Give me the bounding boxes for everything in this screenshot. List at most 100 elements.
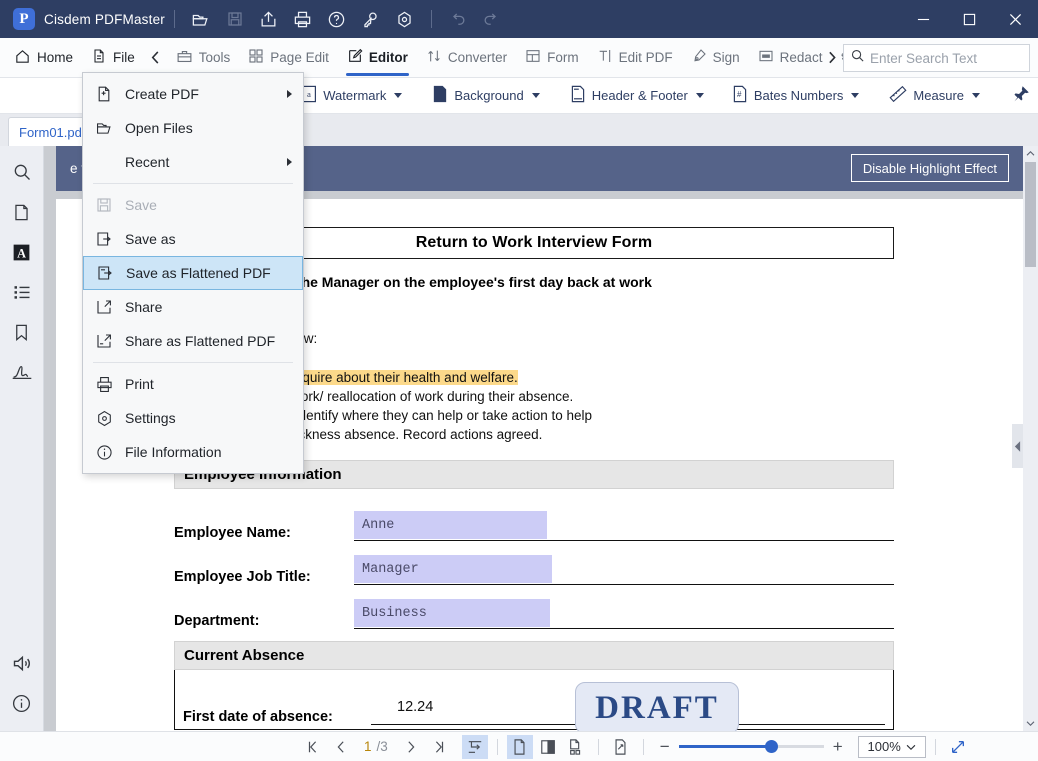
info-icon[interactable] bbox=[6, 687, 38, 719]
toolbar-label-redact: Redact bbox=[779, 50, 823, 65]
scroll-up-button[interactable] bbox=[1023, 146, 1038, 161]
menu-item-open-files[interactable]: Open Files bbox=[83, 111, 303, 145]
current-absence-box: First date of absence: 12.24 DRAFT bbox=[174, 670, 894, 731]
toolbar-item-home[interactable]: Home bbox=[0, 38, 82, 78]
status-bar: 1 /3 − + 100% bbox=[0, 731, 1038, 761]
menu-label-recent: Recent bbox=[125, 154, 170, 170]
submenu-arrow-icon bbox=[287, 158, 292, 166]
chevron-left-icon[interactable] bbox=[144, 50, 167, 65]
chevron-down-icon bbox=[851, 93, 860, 98]
form-row-employee-job-title: Employee Job Title: Manager bbox=[174, 541, 894, 585]
search-input[interactable] bbox=[843, 44, 1030, 72]
print-icon[interactable] bbox=[289, 5, 317, 33]
right-panel-expand-handle[interactable] bbox=[1012, 424, 1023, 468]
menu-item-save-as[interactable]: Save as bbox=[83, 222, 303, 256]
fit-page-button[interactable] bbox=[461, 734, 488, 759]
menu-item-share-as-flattened-pdf[interactable]: Share as Flattened PDF bbox=[83, 324, 303, 358]
form-field-department[interactable]: Business bbox=[354, 599, 550, 627]
toolbox-icon bbox=[176, 48, 193, 68]
share-icon[interactable] bbox=[255, 5, 283, 33]
toolbar-item-converter[interactable]: Converter bbox=[417, 38, 516, 78]
disable-highlight-effect-button[interactable]: Disable Highlight Effect bbox=[850, 154, 1009, 182]
chevron-right-icon[interactable] bbox=[826, 50, 838, 70]
zoom-slider[interactable] bbox=[678, 739, 824, 755]
menu-item-file-information[interactable]: File Information bbox=[83, 435, 303, 469]
key-icon[interactable] bbox=[357, 5, 385, 33]
previous-page-button[interactable] bbox=[328, 735, 354, 759]
zoom-in-button[interactable]: + bbox=[826, 737, 850, 757]
subtoolbar-item-watermark[interactable]: a Watermark bbox=[293, 79, 410, 113]
menu-item-create-pdf[interactable]: Create PDF bbox=[83, 77, 303, 111]
chevron-down-icon bbox=[394, 93, 403, 98]
speaker-icon[interactable] bbox=[6, 647, 38, 679]
toolbar-item-editor[interactable]: Editor bbox=[338, 38, 417, 78]
bookmark-panel-icon[interactable] bbox=[6, 316, 38, 348]
toolbar-item-sign[interactable]: Sign bbox=[682, 38, 749, 78]
subtoolbar-label-header-footer: Header & Footer bbox=[591, 88, 688, 103]
toolbar-label-file: File bbox=[113, 50, 135, 65]
menu-item-print[interactable]: Print bbox=[83, 367, 303, 401]
form-row-employee-name: Employee Name: Anne bbox=[174, 497, 894, 541]
form-field-employee-job-title[interactable]: Manager bbox=[354, 555, 552, 583]
subtoolbar-label-background: Background bbox=[454, 88, 524, 103]
current-page-number[interactable]: 1 bbox=[364, 739, 372, 754]
first-page-button[interactable] bbox=[300, 735, 326, 759]
scroll-down-button[interactable] bbox=[1023, 716, 1038, 731]
menu-label-save-as: Save as bbox=[125, 231, 176, 247]
continuous-page-button[interactable] bbox=[563, 735, 589, 759]
menu-divider bbox=[93, 183, 293, 184]
target-icon bbox=[95, 410, 113, 427]
toolbar-item-form[interactable]: Form bbox=[516, 38, 588, 78]
annotation-panel-icon[interactable]: A bbox=[6, 236, 38, 268]
field-label-department: Department: bbox=[174, 613, 260, 629]
minimize-button[interactable] bbox=[900, 0, 946, 38]
title-bar: P Cisdem PDFMaster bbox=[0, 0, 1038, 38]
search-panel-icon[interactable] bbox=[6, 156, 38, 188]
subtoolbar-item-measure[interactable]: Measure bbox=[881, 79, 988, 113]
close-button[interactable] bbox=[992, 0, 1038, 38]
chevron-down-icon bbox=[906, 739, 916, 754]
thumbnail-panel-icon[interactable] bbox=[6, 196, 38, 228]
menu-item-recent[interactable]: Recent bbox=[83, 145, 303, 179]
menu-item-share[interactable]: Share bbox=[83, 290, 303, 324]
file-icon bbox=[91, 48, 107, 67]
search-field[interactable] bbox=[870, 50, 1023, 66]
last-page-button[interactable] bbox=[426, 735, 452, 759]
toolbar-item-redact[interactable]: Redact bbox=[749, 38, 832, 78]
next-page-button[interactable] bbox=[398, 735, 424, 759]
two-page-button[interactable] bbox=[535, 735, 561, 759]
menu-item-save: Save bbox=[83, 188, 303, 222]
divider bbox=[173, 10, 175, 28]
help-icon[interactable] bbox=[323, 5, 351, 33]
subtoolbar-label-measure: Measure bbox=[913, 88, 964, 103]
toolbar-label-edit-pdf: Edit PDF bbox=[618, 50, 673, 65]
header-footer-icon bbox=[570, 85, 586, 106]
zoom-slider-knob[interactable] bbox=[764, 740, 778, 753]
subtoolbar-item-header-footer[interactable]: Header & Footer bbox=[562, 79, 712, 113]
toolbar-item-edit-pdf[interactable]: Edit PDF bbox=[588, 38, 682, 78]
menu-item-settings[interactable]: Settings bbox=[83, 401, 303, 435]
svg-text:#: # bbox=[737, 90, 742, 99]
zoom-level-select[interactable]: 100% bbox=[857, 735, 926, 758]
subtoolbar-item-background[interactable]: Background bbox=[424, 79, 547, 113]
menu-item-save-as-flattened-pdf[interactable]: Save as Flattened PDF bbox=[83, 256, 303, 290]
single-page-button[interactable] bbox=[506, 734, 533, 759]
target-icon[interactable] bbox=[391, 5, 419, 33]
share-box-icon bbox=[95, 299, 113, 315]
form-field-employee-name[interactable]: Anne bbox=[354, 511, 547, 539]
subtoolbar-label-bates-numbers: Bates Numbers bbox=[753, 88, 844, 103]
scrollbar-thumb[interactable] bbox=[1025, 162, 1036, 267]
maximize-button[interactable] bbox=[946, 0, 992, 38]
home-icon bbox=[14, 48, 31, 68]
subtoolbar-item-bates-numbers[interactable]: # Bates Numbers bbox=[724, 79, 868, 113]
signature-panel-icon[interactable] bbox=[6, 356, 38, 388]
rotate-view-button[interactable] bbox=[608, 735, 634, 759]
fullscreen-button[interactable] bbox=[945, 735, 971, 759]
viewer-scrollbar[interactable] bbox=[1023, 146, 1038, 731]
open-folder-icon[interactable] bbox=[187, 5, 215, 33]
pin-toolbar-button[interactable] bbox=[1004, 79, 1038, 113]
field-label-employee-name: Employee Name: bbox=[174, 525, 291, 541]
zoom-out-button[interactable]: − bbox=[653, 737, 677, 757]
outline-panel-icon[interactable] bbox=[6, 276, 38, 308]
submenu-arrow-icon bbox=[287, 90, 292, 98]
